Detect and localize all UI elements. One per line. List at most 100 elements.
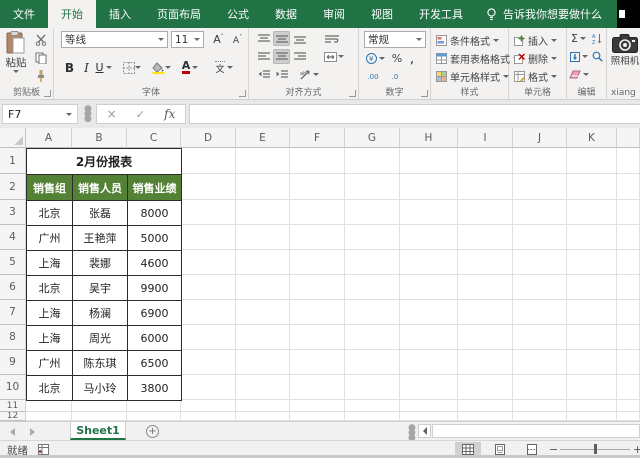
copy-button[interactable] xyxy=(32,50,49,65)
paste-dropdown-arrow[interactable] xyxy=(13,70,19,73)
accounting-format-button[interactable]: ¥ xyxy=(363,51,387,66)
column-header-A[interactable]: A xyxy=(26,128,72,148)
view-normal-button[interactable] xyxy=(455,442,481,456)
comma-style-button[interactable]: , xyxy=(406,51,418,66)
row-header-4[interactable]: 4 xyxy=(0,225,26,250)
row-header-8[interactable]: 8 xyxy=(0,325,26,350)
clear-button[interactable] xyxy=(568,67,589,82)
cell-r4c3[interactable]: 5000 xyxy=(127,225,182,251)
row-header-12[interactable]: 12 xyxy=(0,412,26,421)
cell-r3c1[interactable]: 北京 xyxy=(26,200,73,226)
row-header-6[interactable]: 6 xyxy=(0,275,26,300)
formula-input[interactable] xyxy=(189,104,640,124)
cell-A1-title[interactable]: 2月份报表 xyxy=(26,148,182,175)
row-header-1[interactable]: 1 xyxy=(0,148,26,174)
enter-icon[interactable]: ✓ xyxy=(136,108,145,121)
cell-header-1[interactable]: 销售组 xyxy=(26,174,73,201)
column-header-I[interactable]: I xyxy=(458,128,513,148)
format-cells-button[interactable]: 格式 xyxy=(514,69,557,84)
decrease-decimal-button[interactable]: .0 xyxy=(385,69,405,84)
cell-styles-button[interactable]: 单元格样式 xyxy=(436,69,509,84)
delete-cells-button[interactable]: 删除 xyxy=(514,51,557,66)
tell-me-box[interactable]: 告诉我你想要做什么 xyxy=(476,0,612,28)
cell-r5c1[interactable]: 上海 xyxy=(26,250,73,276)
font-color-button[interactable]: A xyxy=(178,60,202,75)
paste-button[interactable]: 粘贴 xyxy=(1,31,31,73)
number-format-combo[interactable]: 常规 xyxy=(364,31,426,48)
borders-button[interactable] xyxy=(120,60,144,75)
cell-r3c2[interactable]: 张磊 xyxy=(72,200,128,226)
cell-r3c3[interactable]: 8000 xyxy=(127,200,182,226)
cell-r8c3[interactable]: 6000 xyxy=(127,325,182,351)
autosum-button[interactable]: Σ xyxy=(568,31,589,46)
cell-r4c2[interactable]: 王艳萍 xyxy=(72,225,128,251)
column-header-C[interactable]: C xyxy=(127,128,181,148)
align-middle-button[interactable] xyxy=(273,31,290,46)
number-dialog-launcher[interactable] xyxy=(421,90,428,97)
sheet-nav-left-icon[interactable] xyxy=(10,428,15,436)
row-header-5[interactable]: 5 xyxy=(0,250,26,275)
percent-style-button[interactable]: % xyxy=(390,51,404,66)
column-header-D[interactable]: D xyxy=(181,128,236,148)
tab-scroll-splitter[interactable]: ●●● xyxy=(408,426,416,441)
align-bottom-button[interactable] xyxy=(291,31,308,46)
increase-decimal-button[interactable]: .00 xyxy=(363,69,383,84)
cell-r6c1[interactable]: 北京 xyxy=(26,275,73,301)
cell-r5c3[interactable]: 4600 xyxy=(127,250,182,276)
insert-cells-button[interactable]: 插入 xyxy=(514,33,557,48)
column-header-F[interactable]: F xyxy=(290,128,345,148)
format-painter-button[interactable] xyxy=(32,68,49,83)
fx-icon[interactable]: fx xyxy=(164,107,175,121)
find-select-button[interactable] xyxy=(589,49,606,64)
name-box-dropdown-arrow[interactable] xyxy=(66,113,72,116)
cell-r7c3[interactable]: 6900 xyxy=(127,300,182,326)
format-as-table-button[interactable]: 套用表格格式 xyxy=(436,51,519,66)
horizontal-scrollbar[interactable] xyxy=(432,424,640,438)
view-page-break-button[interactable] xyxy=(519,442,545,456)
orientation-button[interactable]: ab xyxy=(297,67,321,82)
sheet-tab-sheet1[interactable]: Sheet1 xyxy=(70,422,126,440)
column-header-H[interactable]: H xyxy=(400,128,458,148)
tab-page-layout[interactable]: 页面布局 xyxy=(144,0,214,28)
row-header-9[interactable]: 9 xyxy=(0,350,26,375)
tab-review[interactable]: 审阅 xyxy=(310,0,358,28)
zoom-slider-thumb[interactable] xyxy=(594,444,597,454)
cancel-icon[interactable]: × xyxy=(107,107,117,121)
italic-button[interactable]: I xyxy=(78,60,95,75)
bold-button[interactable]: B xyxy=(61,60,78,75)
cell-r4c1[interactable]: 广州 xyxy=(26,225,73,251)
column-header-E[interactable]: E xyxy=(236,128,290,148)
cell-r9c2[interactable]: 陈东琪 xyxy=(72,350,128,376)
macro-record-icon[interactable] xyxy=(38,444,49,455)
tab-file[interactable]: 文件 xyxy=(0,0,48,28)
spreadsheet-grid[interactable]: ABCDEFGHIJK1234567891011122月份报表销售组销售人员销售… xyxy=(0,128,640,421)
formula-bar-splitter[interactable]: ●●● xyxy=(84,107,92,122)
name-box[interactable]: F7 xyxy=(2,104,78,124)
row-header-7[interactable]: 7 xyxy=(0,300,26,325)
select-all-button[interactable] xyxy=(0,128,26,148)
cell-r6c2[interactable]: 吴宇 xyxy=(72,275,128,301)
conditional-formatting-button[interactable]: 条件格式 xyxy=(436,33,499,48)
underline-button[interactable]: U xyxy=(95,60,112,75)
sort-filter-button[interactable]: AZ xyxy=(589,31,606,46)
align-right-button[interactable] xyxy=(291,49,308,64)
wrap-text-button[interactable] xyxy=(321,31,343,46)
font-name-combo[interactable]: 等线 xyxy=(61,31,168,48)
cell-r7c1[interactable]: 上海 xyxy=(26,300,73,326)
cell-r9c1[interactable]: 广州 xyxy=(26,350,73,376)
hscroll-left-arrow[interactable] xyxy=(418,424,431,438)
cell-r10c3[interactable]: 3800 xyxy=(127,375,182,401)
cell-header-3[interactable]: 销售业绩 xyxy=(127,174,182,201)
tab-home[interactable]: 开始 xyxy=(48,0,96,28)
increase-font-button[interactable]: A˄ xyxy=(210,32,227,47)
alignment-dialog-launcher[interactable] xyxy=(349,90,356,97)
camera-button[interactable]: 照相机 xyxy=(610,34,640,67)
font-size-combo[interactable]: 11 xyxy=(171,31,204,48)
new-sheet-button[interactable]: + xyxy=(146,425,159,438)
fill-color-button[interactable] xyxy=(149,60,173,75)
tab-developer[interactable]: 开发工具 xyxy=(406,0,476,28)
tab-insert[interactable]: 插入 xyxy=(96,0,144,28)
align-top-button[interactable] xyxy=(255,31,272,46)
column-header-partial[interactable] xyxy=(617,128,640,148)
tab-view[interactable]: 视图 xyxy=(358,0,406,28)
